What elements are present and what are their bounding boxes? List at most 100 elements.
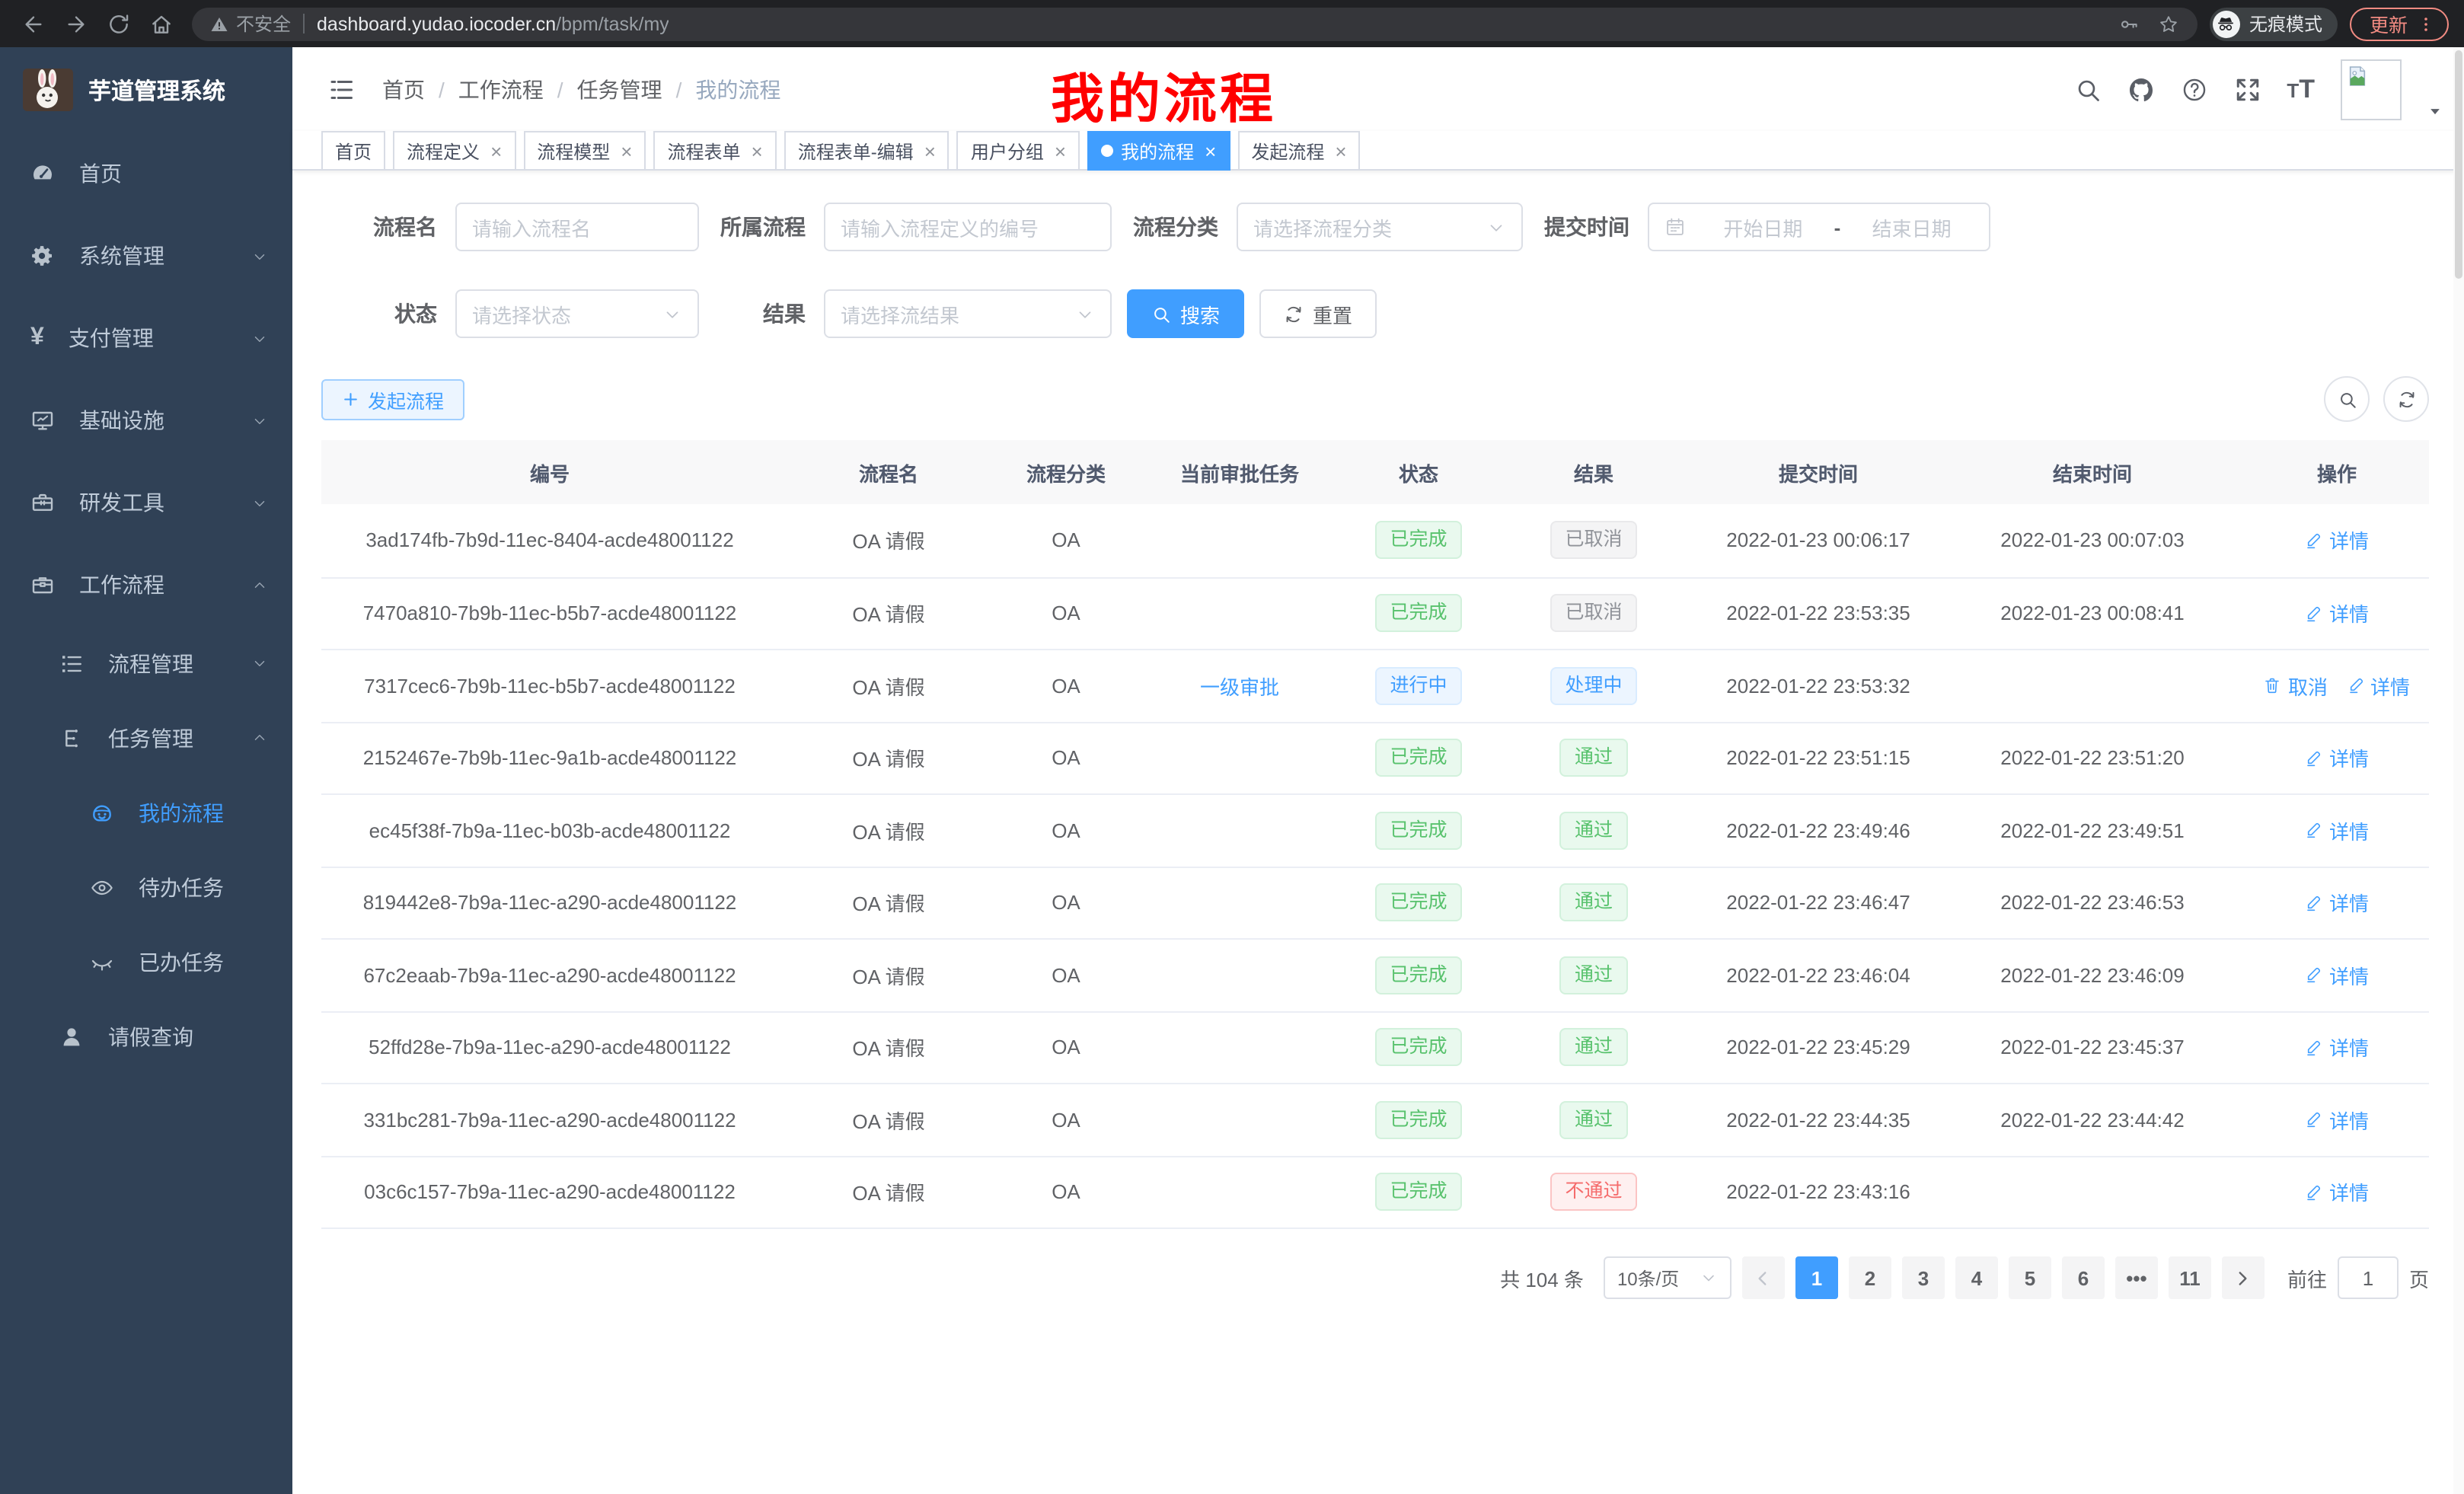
next-page-button[interactable] <box>2222 1256 2265 1299</box>
header-search-icon[interactable] <box>2073 75 2101 103</box>
tab-我的流程[interactable]: 我的流程× <box>1087 131 1230 171</box>
tab-用户分组[interactable]: 用户分组× <box>957 131 1080 171</box>
close-tab-icon[interactable]: × <box>621 139 632 162</box>
action-详情-button[interactable]: 详情 <box>2305 744 2369 773</box>
sidebar-item-任务管理[interactable]: 任务管理 <box>0 701 292 775</box>
github-icon[interactable] <box>2127 75 2154 103</box>
reload-icon[interactable] <box>107 11 131 36</box>
tab-首页[interactable]: 首页 <box>321 131 385 171</box>
cell-process-id: 7470a810-7b9b-11ec-b5b7-acde48001122 <box>321 602 778 625</box>
sidebar-item-研发工具[interactable]: 研发工具 <box>0 461 292 544</box>
action-详情-button[interactable]: 详情 <box>2305 599 2369 628</box>
action-详情-button[interactable]: 详情 <box>2305 961 2369 990</box>
filter-input-流程名[interactable]: 请输入流程名 <box>455 203 699 251</box>
close-tab-icon[interactable]: × <box>924 139 936 162</box>
font-size-icon[interactable]: TT <box>2287 74 2315 104</box>
tab-label: 流程模型 <box>537 138 610 164</box>
page-button-11[interactable]: 11 <box>2169 1256 2211 1299</box>
sidebar: 芋道管理系统 首页系统管理¥支付管理基础设施研发工具工作流程流程管理任务管理我的… <box>0 47 292 1494</box>
page-button-6[interactable]: 6 <box>2062 1256 2105 1299</box>
tab-发起流程[interactable]: 发起流程× <box>1237 131 1360 171</box>
tab-流程模型[interactable]: 流程模型 × <box>523 131 646 171</box>
browser-update-button[interactable]: 更新 <box>2350 7 2449 40</box>
scrollbar[interactable] <box>2453 47 2464 1494</box>
sidebar-toggle-icon[interactable] <box>315 75 367 103</box>
filter-select-流程分类[interactable]: 请选择流程分类 <box>1237 203 1523 251</box>
breadcrumb-item[interactable]: 工作流程 <box>458 74 544 104</box>
close-tab-icon[interactable]: × <box>1055 139 1066 162</box>
action-取消-button[interactable]: 取消 <box>2264 672 2328 701</box>
filter-select-状态[interactable]: 请选择状态 <box>455 289 699 338</box>
page-button-4[interactable]: 4 <box>1955 1256 1998 1299</box>
sidebar-item-系统管理[interactable]: 系统管理 <box>0 215 292 297</box>
close-tab-icon[interactable]: × <box>1205 139 1216 162</box>
scrollbar-thumb[interactable] <box>2455 50 2462 279</box>
page-button-3[interactable]: 3 <box>1902 1256 1945 1299</box>
action-详情-button[interactable]: 详情 <box>2305 1106 2369 1135</box>
forward-icon[interactable] <box>64 11 88 36</box>
cell-process-id: 7317cec6-7b9b-11ec-b5b7-acde48001122 <box>321 675 778 698</box>
tab-流程表单-编辑[interactable]: 流程表单-编辑× <box>784 131 950 171</box>
breadcrumb-item[interactable]: 任务管理 <box>577 74 662 104</box>
goto-page-input[interactable] <box>2338 1256 2399 1299</box>
sidebar-item-基础设施[interactable]: 基础设施 <box>0 379 292 461</box>
edit-icon <box>2305 605 2323 623</box>
close-tab-icon[interactable]: × <box>490 139 502 162</box>
sidebar-item-已办任务[interactable]: 已办任务 <box>0 924 292 999</box>
sidebar-item-我的流程[interactable]: 我的流程 <box>0 775 292 850</box>
action-详情-button[interactable]: 详情 <box>2305 889 2369 918</box>
edit-icon <box>2305 1039 2323 1057</box>
browser-menu-icon[interactable] <box>2417 14 2435 33</box>
action-详情-button[interactable]: 详情 <box>2305 526 2369 555</box>
incognito-label: 无痕模式 <box>2249 11 2322 37</box>
address-bar[interactable]: 不安全 dashboard.yudao.iocoder.cn/bpm/task/… <box>192 7 2197 40</box>
filter-daterange-提交时间[interactable]: 开始日期-结束日期 <box>1648 203 1990 251</box>
refresh-table-button[interactable] <box>2383 376 2429 422</box>
tab-流程表单[interactable]: 流程表单× <box>653 131 776 171</box>
current-task-link[interactable]: 一级审批 <box>1200 672 1279 701</box>
action-详情-button[interactable]: 详情 <box>2305 816 2369 845</box>
password-key-icon[interactable] <box>2118 13 2140 34</box>
search-icon <box>1151 304 1171 324</box>
search-button[interactable]: 搜索 <box>1127 289 1244 338</box>
sidebar-item-首页[interactable]: 首页 <box>0 132 292 215</box>
sidebar-item-流程管理[interactable]: 流程管理 <box>0 626 292 701</box>
close-tab-icon[interactable]: × <box>1335 139 1346 162</box>
sidebar-item-支付管理[interactable]: ¥支付管理 <box>0 297 292 379</box>
action-详情-button[interactable]: 详情 <box>2305 1178 2369 1207</box>
sidebar-item-label: 研发工具 <box>79 487 164 518</box>
app-logo[interactable]: 芋道管理系统 <box>0 47 292 132</box>
filter-select-结果[interactable]: 请选择流结果 <box>824 289 1112 338</box>
page-size-select[interactable]: 10条/页 <box>1604 1256 1732 1299</box>
bookmark-star-icon[interactable] <box>2158 13 2179 34</box>
action-详情-button[interactable]: 详情 <box>2346 672 2410 701</box>
tab-流程定义[interactable]: 流程定义× <box>393 131 515 171</box>
home-icon[interactable] <box>149 11 174 36</box>
filter-input-所属流程[interactable]: 请输入流程定义的编号 <box>824 203 1112 251</box>
avatar-caret-icon[interactable] <box>2427 104 2443 119</box>
start-process-button[interactable]: 发起流程 <box>321 378 464 420</box>
close-tab-icon[interactable]: × <box>752 139 763 162</box>
cell-status: 进行中 <box>1346 667 1491 705</box>
breadcrumb-item[interactable]: 首页 <box>382 74 425 104</box>
fullscreen-icon[interactable] <box>2233 75 2261 103</box>
security-indicator[interactable]: 不安全 <box>210 11 291 37</box>
result-badge: 通过 <box>1559 739 1628 777</box>
page-button-1[interactable]: 1 <box>1795 1256 1838 1299</box>
show-search-button[interactable] <box>2324 376 2370 422</box>
page-button-2[interactable]: 2 <box>1849 1256 1891 1299</box>
back-icon[interactable] <box>21 11 46 36</box>
trash-icon <box>2264 677 2282 695</box>
sidebar-item-待办任务[interactable]: 待办任务 <box>0 850 292 924</box>
sidebar-item-请假查询[interactable]: 请假查询 <box>0 999 292 1074</box>
help-icon[interactable] <box>2180 75 2207 103</box>
page-ellipsis[interactable]: ••• <box>2115 1256 2158 1299</box>
prev-page-button[interactable] <box>1742 1256 1785 1299</box>
sidebar-item-工作流程[interactable]: 工作流程 <box>0 544 292 626</box>
avatar[interactable] <box>2341 59 2402 120</box>
reset-button[interactable]: 重置 <box>1259 289 1377 338</box>
cell-actions: 详情 <box>2245 744 2429 773</box>
tag-view-bar: 首页流程定义×流程模型×流程表单×流程表单-编辑×用户分组×我的流程×发起流程× <box>292 131 2464 171</box>
page-button-5[interactable]: 5 <box>2009 1256 2051 1299</box>
action-详情-button[interactable]: 详情 <box>2305 1033 2369 1062</box>
